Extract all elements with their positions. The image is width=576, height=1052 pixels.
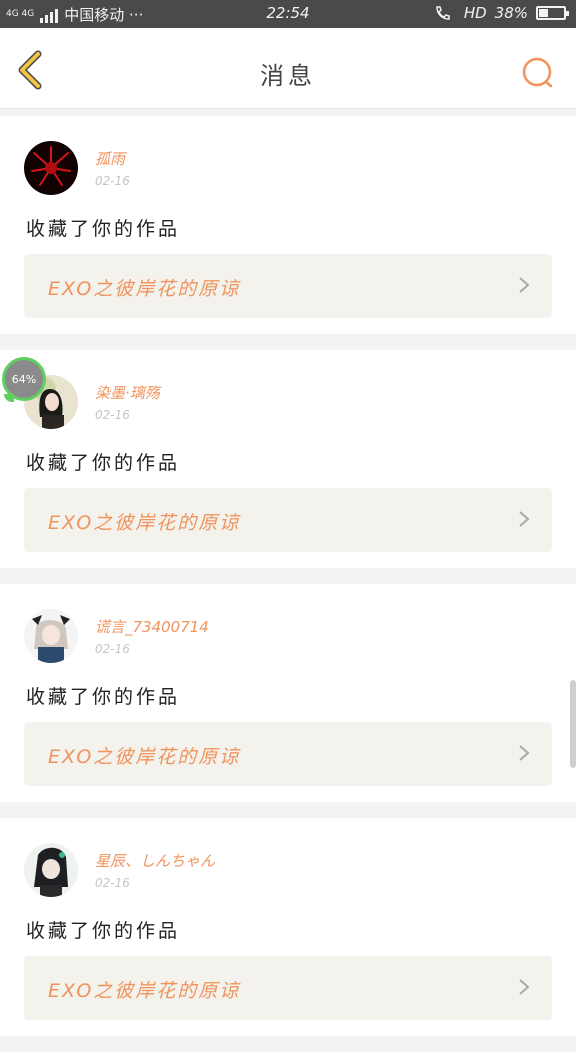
chevron-right-icon <box>519 511 530 527</box>
status-right: HD 38% <box>434 4 569 22</box>
message-list: 孤雨 02-16 收藏了你的作品 EXO之彼岸花的原谅 染墨·璃殇 02-16 … <box>0 116 576 1052</box>
message-card: 谎言_73400714 02-16 收藏了你的作品 EXO之彼岸花的原谅 <box>0 584 576 802</box>
scrollbar[interactable] <box>570 680 576 768</box>
work-link[interactable]: EXO之彼岸花的原谅 <box>24 722 552 786</box>
message-date: 02-16 <box>95 876 130 890</box>
username[interactable]: 染墨·璃殇 <box>95 382 160 403</box>
username[interactable]: 谎言_73400714 <box>95 616 209 637</box>
message-card: 染墨·璃殇 02-16 收藏了你的作品 EXO之彼岸花的原谅 <box>0 350 576 568</box>
avatar[interactable] <box>24 843 78 897</box>
search-icon <box>522 57 553 88</box>
floating-progress-bubble[interactable]: 64% <box>2 357 46 402</box>
work-link[interactable]: EXO之彼岸花的原谅 <box>24 488 552 552</box>
wifi-call-icon <box>436 6 450 20</box>
hd-indicator: HD <box>463 4 487 22</box>
work-title: EXO之彼岸花的原谅 <box>48 746 241 768</box>
message-text: 收藏了你的作品 <box>26 452 181 474</box>
username[interactable]: 孤雨 <box>95 148 125 169</box>
username[interactable]: 星辰、しんちゃん <box>95 850 215 871</box>
avatar[interactable] <box>24 141 78 195</box>
battery-icon <box>536 6 569 20</box>
work-title: EXO之彼岸花的原谅 <box>48 278 241 300</box>
work-link[interactable]: EXO之彼岸花的原谅 <box>24 254 552 318</box>
chevron-right-icon <box>519 277 530 293</box>
message-text: 收藏了你的作品 <box>26 218 181 240</box>
chevron-right-icon <box>519 979 530 995</box>
message-date: 02-16 <box>95 408 130 422</box>
chevron-right-icon <box>519 745 530 761</box>
message-date: 02-16 <box>95 642 130 656</box>
work-link[interactable]: EXO之彼岸花的原谅 <box>24 956 552 1020</box>
message-date: 02-16 <box>95 174 130 188</box>
message-text: 收藏了你的作品 <box>26 920 181 942</box>
message-card: 孤雨 02-16 收藏了你的作品 EXO之彼岸花的原谅 <box>0 116 576 334</box>
battery-percent: 38% <box>494 4 528 22</box>
message-card: 星辰、しんちゃん 02-16 收藏了你的作品 EXO之彼岸花的原谅 <box>0 818 576 1036</box>
message-text: 收藏了你的作品 <box>26 686 181 708</box>
status-bar: 4G 4G 中国移动 ··· 22:54 HD 38% <box>0 0 576 28</box>
search-button[interactable] <box>520 56 556 92</box>
work-title: EXO之彼岸花的原谅 <box>48 512 241 534</box>
app-header: 消息 <box>0 28 576 109</box>
page-title: 消息 <box>260 62 316 90</box>
work-title: EXO之彼岸花的原谅 <box>48 980 241 1002</box>
avatar[interactable] <box>24 609 78 663</box>
